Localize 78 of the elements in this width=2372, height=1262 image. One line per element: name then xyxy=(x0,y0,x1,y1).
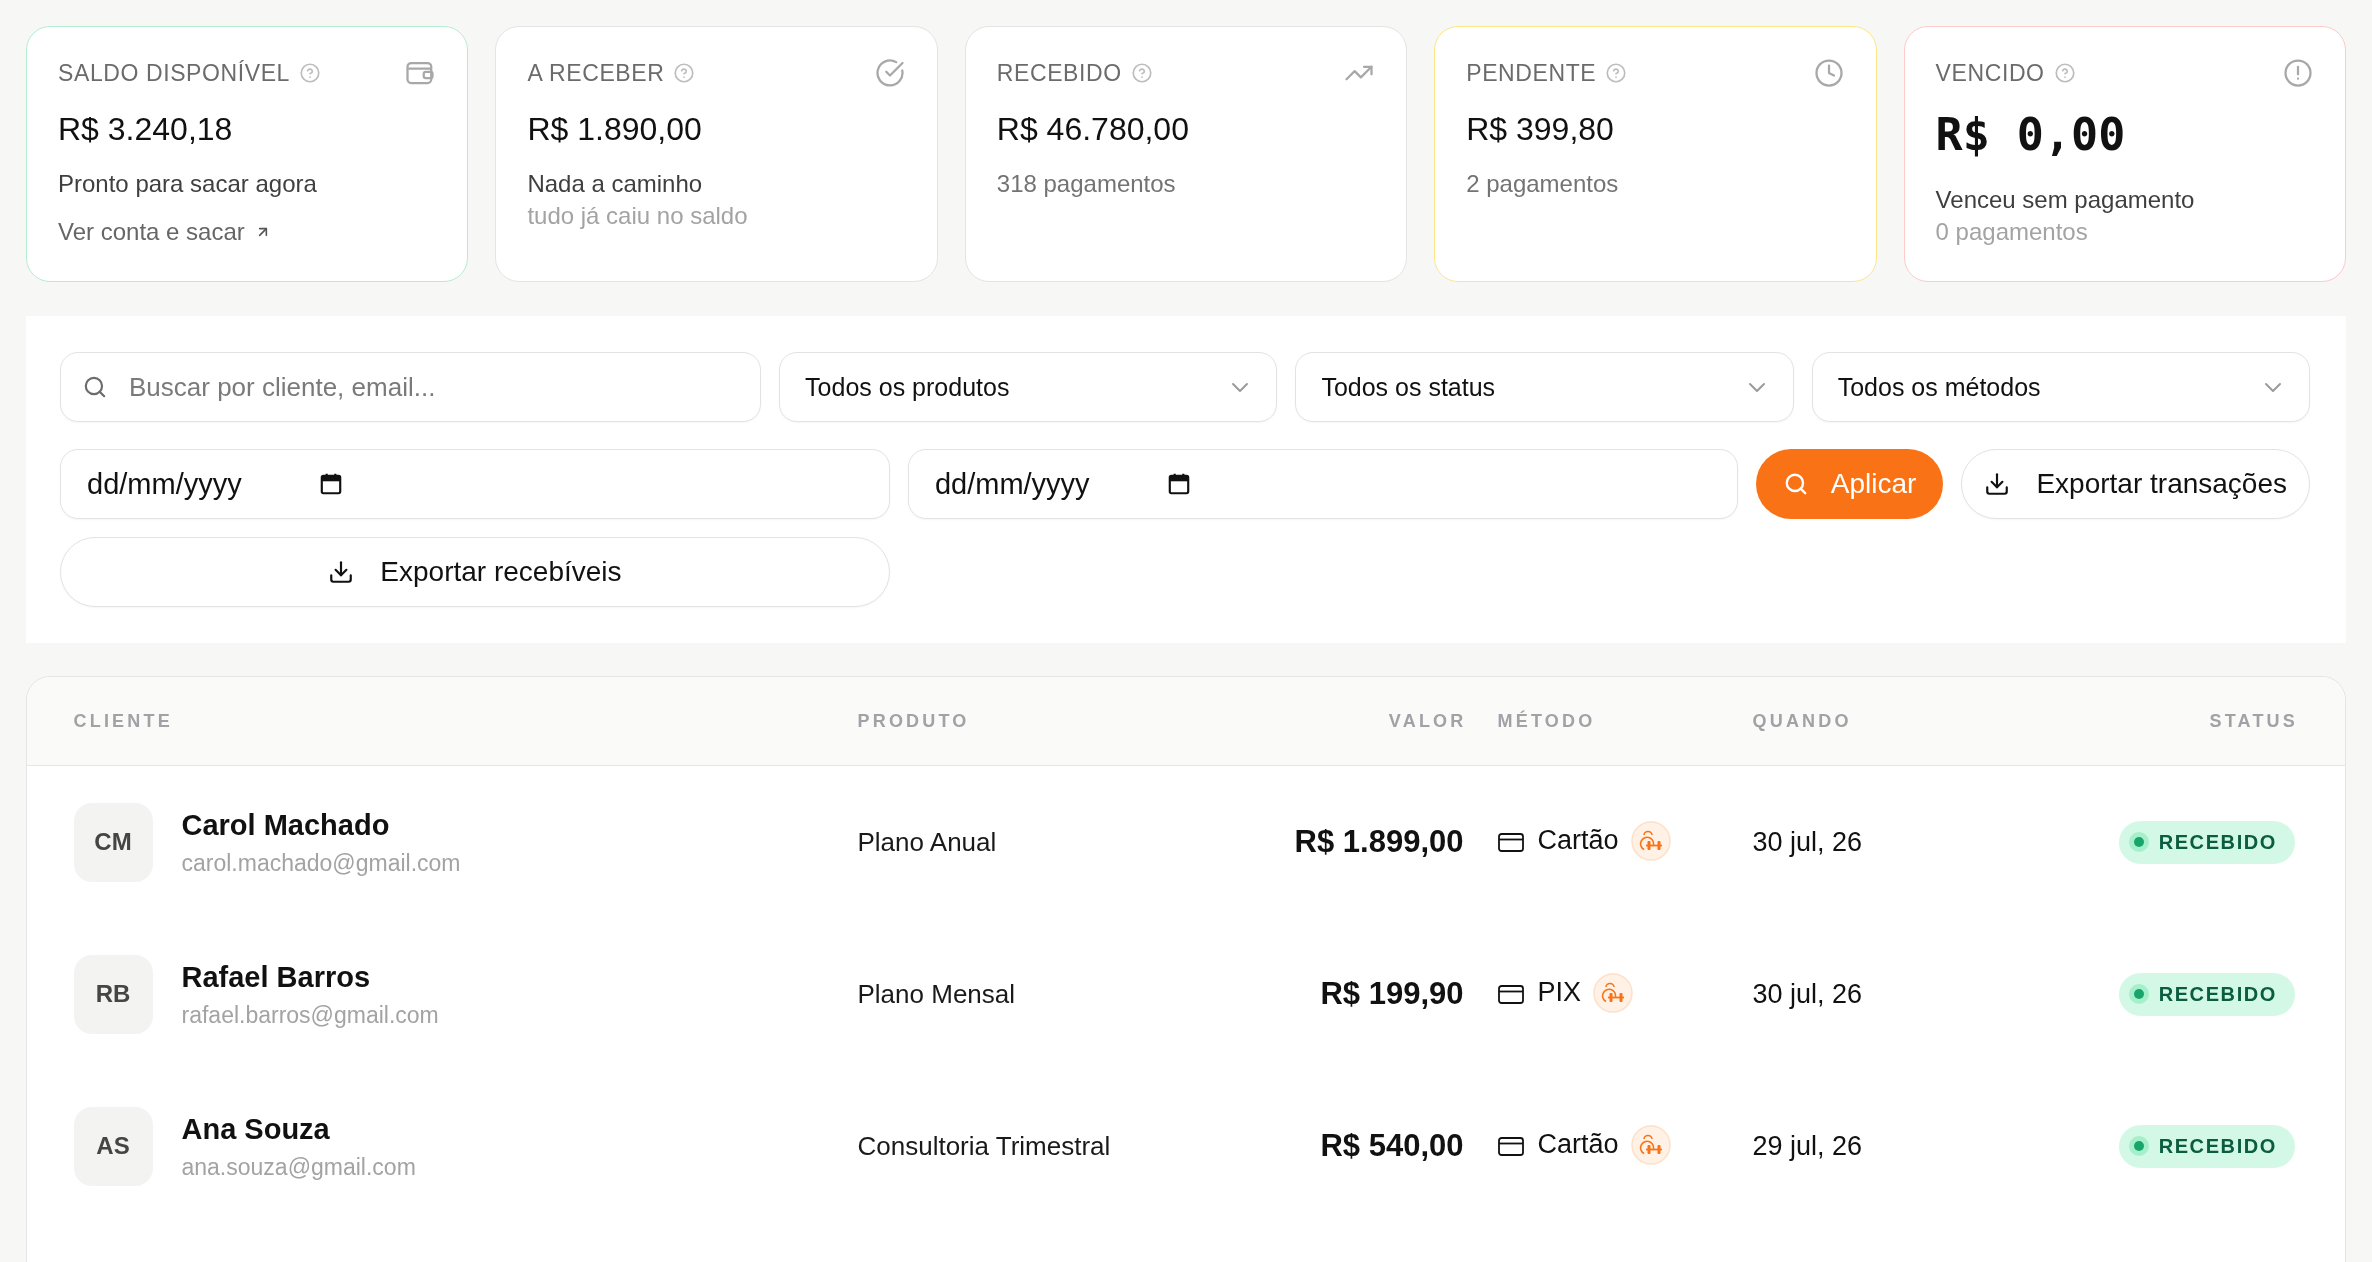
search-icon xyxy=(82,374,108,400)
client-name: Carol Machado xyxy=(181,808,390,843)
client-name: Rafael Barros xyxy=(181,960,371,995)
status-dot-icon xyxy=(2128,832,2149,852)
help-icon[interactable] xyxy=(1606,63,1627,83)
client-name: Ana Souza xyxy=(181,1112,330,1147)
payment-date: 29 jul, 26 xyxy=(1752,1130,1863,1162)
apply-button[interactable]: Aplicar xyxy=(1755,449,1944,519)
calendar-icon[interactable] xyxy=(318,471,344,497)
account-link[interactable]: Ver conta e sacar xyxy=(58,216,271,248)
payment-date: 30 jul, 26 xyxy=(1752,826,1863,858)
card-amount: R$ 46.780,00 xyxy=(996,110,1189,149)
card-title: VENCIDO xyxy=(1935,59,2045,87)
card-amount: R$ 399,80 xyxy=(1466,110,1614,149)
search-field[interactable]: Buscar por cliente, email... xyxy=(60,352,762,422)
credit-card-icon xyxy=(1497,1136,1524,1156)
payment-count: 2 pagamentos xyxy=(1466,169,1619,199)
help-icon[interactable] xyxy=(300,63,320,83)
card-note: Venceu sem pagamento xyxy=(1935,185,2195,215)
card-note: Nada a caminho xyxy=(527,169,703,199)
payment-amount: R$ 1.899,00 xyxy=(1294,824,1464,860)
client-email: carol.machado@gmail.com xyxy=(181,849,461,878)
kettlebell-dumbbell-icon xyxy=(1630,1125,1671,1165)
kettlebell-dumbbell-icon xyxy=(1630,821,1671,861)
clock-icon xyxy=(1813,58,1844,88)
status-label: RECEBIDO xyxy=(2158,830,2277,854)
column-header[interactable]: CLIENTE xyxy=(73,710,173,732)
alert-circle-icon xyxy=(2283,58,2313,88)
export-button[interactable]: Exportar transações xyxy=(1961,449,2310,519)
column-header[interactable]: QUANDO xyxy=(1752,710,1852,732)
card-amount: R$ 1.890,00 xyxy=(527,110,702,149)
card-title: A RECEBER xyxy=(527,59,665,87)
status-dot-icon xyxy=(2128,984,2149,1004)
column-header[interactable]: VALOR xyxy=(1388,710,1467,732)
filter-select[interactable]: Todos os produtos xyxy=(779,352,1278,422)
help-icon[interactable] xyxy=(674,63,695,83)
payment-method: Cartão xyxy=(1537,1128,1619,1160)
export-button[interactable]: Exportar recebíveis xyxy=(60,537,890,607)
kettlebell-dumbbell-icon xyxy=(1593,973,1634,1013)
payment-count: 318 pagamentos xyxy=(996,169,1176,199)
avatar: AS xyxy=(73,1106,153,1186)
card-title: SALDO DISPONÍVEL xyxy=(58,59,290,87)
product-name: Consultoria Trimestral xyxy=(857,1130,1111,1162)
credit-card-icon xyxy=(1497,984,1524,1004)
download-icon xyxy=(328,559,355,585)
client-email: ana.souza@gmail.com xyxy=(181,1153,416,1182)
payment-method: PIX xyxy=(1537,976,1582,1008)
help-icon[interactable] xyxy=(1131,63,1152,83)
column-header[interactable]: STATUS xyxy=(2209,710,2298,732)
avatar: CM xyxy=(73,802,153,882)
card-amount: R$ 0,00 xyxy=(1935,109,2126,161)
date-field[interactable]: dd/mm/yyyy xyxy=(60,449,890,519)
column-header[interactable]: MÉTODO xyxy=(1497,710,1596,732)
status-dot-icon xyxy=(2128,1136,2149,1156)
payment-method: Cartão xyxy=(1537,824,1619,856)
payment-date: 30 jul, 26 xyxy=(1752,978,1863,1010)
card-title: PENDENTE xyxy=(1466,59,1597,87)
status-label: RECEBIDO xyxy=(2158,1134,2277,1158)
payment-amount: R$ 199,90 xyxy=(1320,976,1464,1012)
date-field[interactable]: dd/mm/yyyy xyxy=(907,449,1738,519)
avatar: RB xyxy=(73,954,153,1034)
download-icon xyxy=(1984,471,2011,497)
payment-amount: R$ 540,00 xyxy=(1320,1128,1464,1164)
client-email: rafael.barros@gmail.com xyxy=(181,1001,439,1030)
help-icon[interactable] xyxy=(2054,63,2075,83)
card-title: RECEBIDO xyxy=(996,59,1122,87)
product-name: Plano Anual xyxy=(857,826,997,858)
status-label: RECEBIDO xyxy=(2158,982,2277,1006)
card-hint: tudo já caiu no saldo xyxy=(527,201,748,231)
card-hint: 0 pagamentos xyxy=(1935,217,2088,247)
filter-select[interactable]: Todos os métodos xyxy=(1811,352,2310,422)
product-name: Plano Mensal xyxy=(857,978,1016,1010)
column-header[interactable]: PRODUTO xyxy=(857,710,970,732)
filter-select[interactable]: Todos os status xyxy=(1295,352,1794,422)
card-note: Pronto para sacar agora xyxy=(58,169,317,199)
check-circle-icon xyxy=(874,58,905,88)
credit-card-icon xyxy=(1497,832,1524,852)
card-amount: R$ 3.240,18 xyxy=(58,110,233,149)
